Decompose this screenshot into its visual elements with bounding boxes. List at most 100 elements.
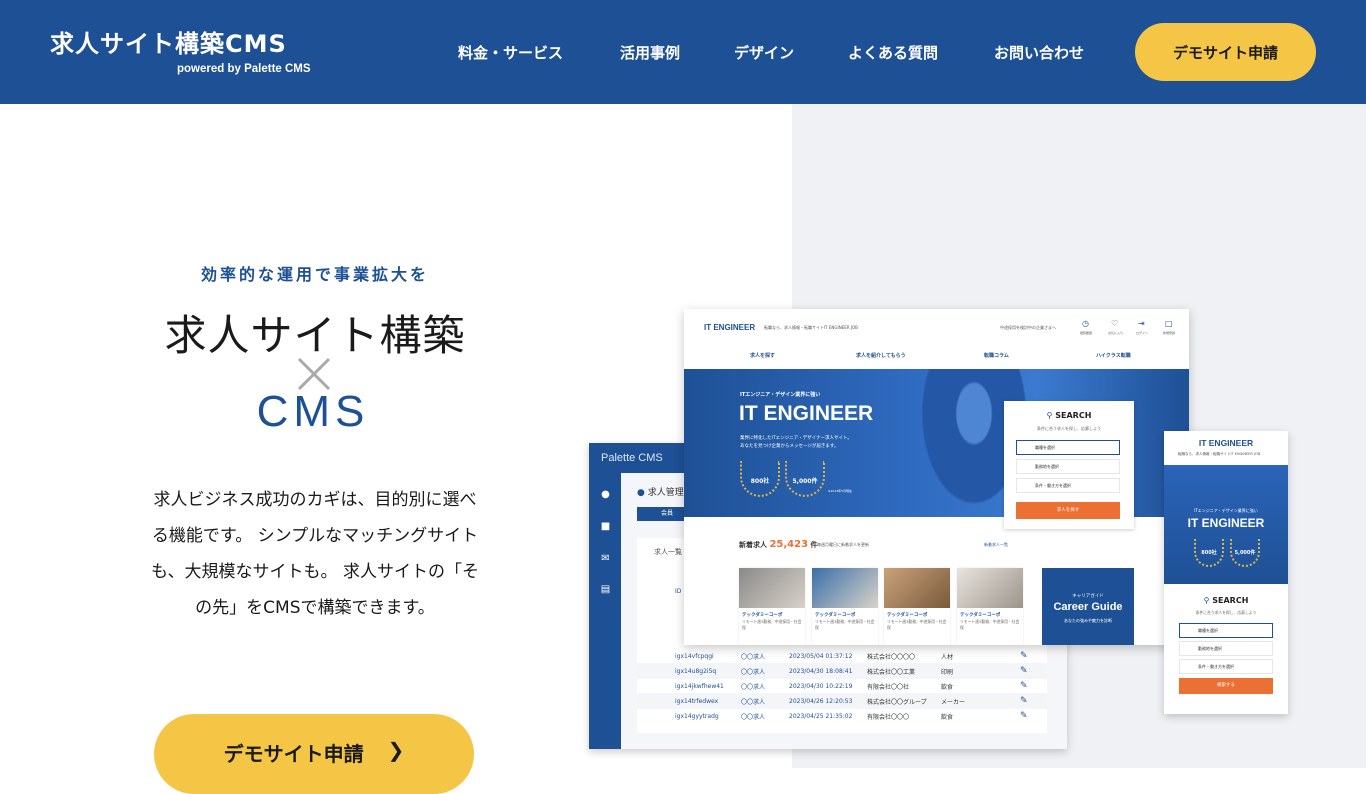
row-id: igx14gyytradg bbox=[675, 712, 719, 720]
mock-site-tagline: 転職なら、求人情報・転職サイトIT ENGINEER JOB bbox=[764, 325, 858, 330]
row-company: 有限会社〇〇社 bbox=[867, 683, 910, 691]
login-label: ログイン bbox=[1136, 331, 1149, 335]
user-icon: ● bbox=[601, 489, 610, 500]
mobile-logo: IT ENGINEER bbox=[1198, 438, 1254, 448]
row-industry: 飲食 bbox=[941, 713, 954, 721]
hero-description: 求人ビジネス成功のカギは、目的別に選べる機能です。 シンプルなマッチングサイトも… bbox=[151, 490, 479, 618]
mobile-hero-title: IT ENGINEER bbox=[1187, 516, 1265, 530]
row-id: igx14trfedwex bbox=[675, 697, 719, 705]
search-option: 職種を選択 bbox=[1016, 440, 1120, 455]
mobile-site-mockup: IT ENGINEER 転職なら、求人情報・転職サイトIT ENGINEER J… bbox=[1164, 431, 1288, 714]
row-company: 株式会社〇〇工業 bbox=[867, 668, 916, 676]
new-jobs-note: 毎週月曜日に新着求人を更新 bbox=[817, 542, 869, 547]
edit-pencil-icon[interactable]: ✎ bbox=[1020, 696, 1028, 706]
row-industry: メーカー bbox=[941, 698, 966, 706]
heart-icon: ♡ bbox=[1111, 319, 1119, 328]
job-photo bbox=[884, 568, 950, 608]
mail-icon: ✉ bbox=[601, 553, 610, 564]
search-option: 条件・働き方を選択 bbox=[1016, 478, 1120, 493]
job-photo bbox=[739, 568, 805, 608]
register-label: 新規登録 bbox=[1163, 331, 1176, 335]
mobile-search-title: ⚲ SEARCH bbox=[1164, 596, 1288, 605]
job-desc: リモート週3勤務、中途採用・社会保 bbox=[742, 619, 802, 630]
header-demo-request-button[interactable]: デモサイト申請 bbox=[1135, 23, 1316, 81]
job-card: テックダミーコーポ リモート週3勤務、中途採用・社会保 bbox=[739, 568, 805, 645]
table-row[interactable]: igx14gyytradg 〇〇求人 2023/04/25 21:35:02 有… bbox=[637, 708, 1047, 724]
edit-pencil-icon[interactable]: ✎ bbox=[1020, 666, 1028, 676]
site-header: 求人サイト構築CMS powered by Palette CMS 料金・サービ… bbox=[0, 0, 1366, 104]
mock-hero-title: IT ENGINEER bbox=[739, 402, 874, 425]
mock-search-panel: ⚲ SEARCH 条件に合う求人を探し、応募しよう 職種を選択 勤務地を選択 条… bbox=[1004, 401, 1134, 529]
hero-tagline: 効率的な運用で事業拡大を bbox=[200, 265, 429, 284]
nav-design[interactable]: デザイン bbox=[734, 42, 794, 63]
row-type: 〇〇求人 bbox=[741, 683, 766, 691]
row-date: 2023/04/30 10:22:19 bbox=[789, 682, 853, 690]
nav-faq[interactable]: よくある質問 bbox=[848, 42, 938, 63]
mobile-search-option: 職種を選択 bbox=[1179, 623, 1273, 638]
row-company: 有限会社〇〇〇 bbox=[867, 713, 910, 721]
mock-nav-item: 転職コラム bbox=[984, 353, 1009, 359]
search-subtitle: 条件に合う求人を探し、応募しよう bbox=[1037, 426, 1101, 431]
search-icon: ⚲ bbox=[1203, 596, 1213, 605]
mobile-hero-small: ITエンジニア・デザイン業界に強い bbox=[1194, 508, 1258, 513]
table-row[interactable]: igx14u8g2i5q 〇〇求人 2023/04/30 18:08:41 株式… bbox=[637, 663, 1047, 679]
nav-pricing[interactable]: 料金・サービス bbox=[458, 42, 563, 63]
row-industry: 人材 bbox=[941, 653, 954, 661]
row-id: igx14u8g2i5q bbox=[675, 667, 717, 675]
row-date: 2023/04/26 12:20:53 bbox=[789, 697, 853, 705]
job-desc: リモート週3勤務、中途採用・社会保 bbox=[815, 619, 875, 630]
edit-pencil-icon[interactable]: ✎ bbox=[1020, 711, 1028, 721]
table-row[interactable]: igx14vfcpqgi 〇〇求人 2023/05/04 01:37:12 株式… bbox=[637, 648, 1047, 664]
cms-page-title-text: 求人管理 bbox=[647, 488, 684, 498]
mobile-search-option: 勤務地を選択 bbox=[1179, 641, 1273, 656]
job-photo bbox=[957, 568, 1023, 608]
mock-hero-small: ITエンジニア・デザイン業界に強い bbox=[740, 392, 821, 398]
history-label: 閲覧履歴 bbox=[1080, 331, 1093, 335]
row-type: 〇〇求人 bbox=[741, 713, 766, 721]
job-title: テックダミーコーポ bbox=[887, 613, 928, 618]
search-title-text: SEARCH bbox=[1055, 411, 1092, 420]
career-small: キャリアガイド bbox=[1072, 594, 1104, 599]
hero-demo-request-label: デモサイト申請 bbox=[223, 742, 364, 766]
laurel-badge: 800社 bbox=[740, 461, 780, 497]
nav-contact[interactable]: お問い合わせ bbox=[994, 42, 1084, 63]
cms-page-title: ● 求人管理 bbox=[637, 485, 684, 498]
badge-note: ※2023年5月現在 bbox=[828, 489, 853, 493]
new-jobs-label: 新着求人 bbox=[739, 541, 767, 549]
table-row[interactable]: igx14jkwfhew41 〇〇求人 2023/04/30 10:22:19 … bbox=[637, 678, 1047, 694]
mock-search-button: 求人を探す bbox=[1016, 502, 1120, 519]
row-date: 2023/05/04 01:37:12 bbox=[789, 652, 853, 660]
mobile-hero: ITエンジニア・デザイン業界に強い IT ENGINEER 800社 5,000… bbox=[1164, 465, 1288, 584]
mock-site-logo: IT ENGINEER bbox=[704, 323, 756, 332]
mobile-search-option: 条件・働き方を選択 bbox=[1179, 659, 1273, 674]
row-type: 〇〇求人 bbox=[741, 653, 766, 661]
mobile-tagline: 転職なら、求人情報・転職サイトIT ENGINEER JOB bbox=[1178, 452, 1261, 456]
row-date: 2023/04/30 18:08:41 bbox=[789, 667, 853, 675]
hero-demo-request-button[interactable]: デモサイト申請 ❯ bbox=[154, 714, 474, 794]
box-icon: ■ bbox=[600, 521, 611, 532]
mock-nav-item: 求人を探す bbox=[750, 353, 776, 359]
job-photo bbox=[812, 568, 878, 608]
search-title: ⚲ SEARCH bbox=[1004, 411, 1134, 420]
career-title: Career Guide bbox=[1053, 601, 1123, 613]
mock-hero-desc-line: あなたを見つけ企業からメッセージが届きます。 bbox=[740, 444, 839, 449]
mobile-search-button: 検索する bbox=[1179, 678, 1273, 694]
mobile-search-title-text: SEARCH bbox=[1212, 596, 1249, 605]
row-industry: 飲食 bbox=[941, 683, 954, 691]
desktop-site-mockup: IT ENGINEER 転職なら、求人情報・転職サイトIT ENGINEER J… bbox=[684, 309, 1189, 645]
job-desc: リモート週3勤務、中途採用・社会保 bbox=[887, 619, 947, 630]
document-icon: ▤ bbox=[600, 584, 611, 595]
laurel-badge: 800社 bbox=[1194, 539, 1224, 567]
edit-pencil-icon[interactable]: ✎ bbox=[1020, 681, 1028, 691]
hero-title: 求人サイト構築 bbox=[164, 311, 466, 360]
job-card: テックダミーコーポ リモート週3勤務、中途採用・社会保 bbox=[884, 568, 950, 645]
table-row[interactable]: igx14trfedwex 〇〇求人 2023/04/26 12:20:53 株… bbox=[637, 693, 1047, 709]
new-jobs-heading: 新着求人 25,423 件 bbox=[739, 539, 817, 550]
nav-case-studies[interactable]: 活用事例 bbox=[620, 42, 680, 63]
career-desc: あなたの強みや魅力を診断 bbox=[1064, 618, 1112, 623]
edit-pencil-icon[interactable]: ✎ bbox=[1020, 651, 1028, 661]
site-logo-title[interactable]: 求人サイト構築CMS bbox=[50, 24, 287, 59]
mock-nav-item: ハイクラス転職 bbox=[1096, 353, 1131, 359]
hero-cms-text: CMS bbox=[256, 387, 370, 436]
row-id: igx14vfcpqgi bbox=[675, 652, 714, 660]
